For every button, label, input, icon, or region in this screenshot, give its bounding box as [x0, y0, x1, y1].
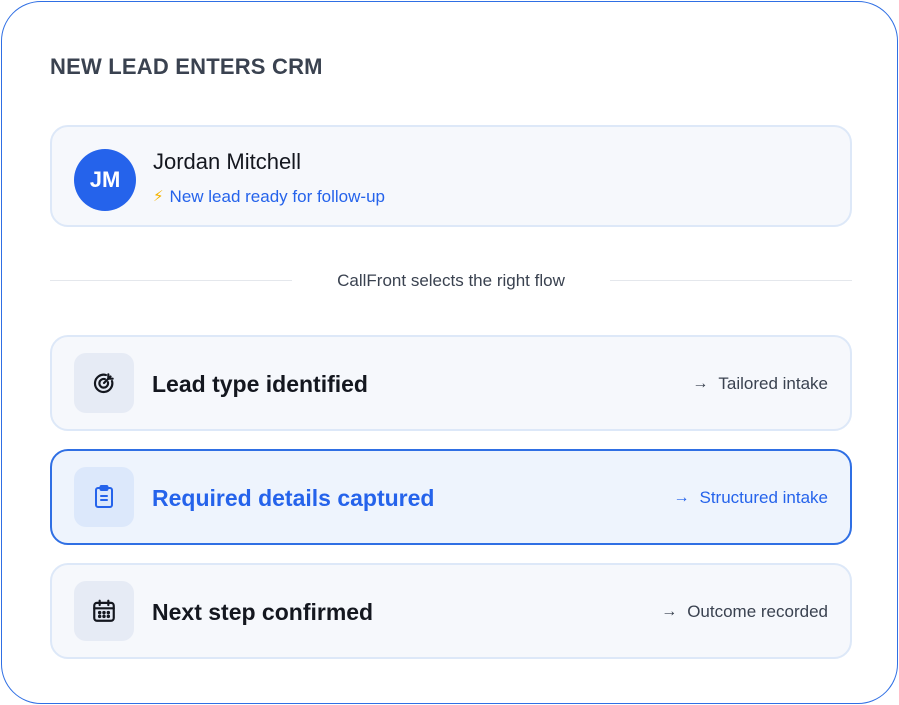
- panel-heading: NEW LEAD ENTERS CRM: [50, 54, 323, 79]
- arrow-right-icon: →: [692, 375, 709, 392]
- lead-name: Jordan Mitchell: [153, 149, 301, 174]
- arrow-right-icon: →: [673, 489, 690, 506]
- flow-divider: CallFront selects the right flow: [50, 269, 852, 293]
- calendar-icon: [74, 581, 134, 641]
- avatar: JM: [74, 149, 136, 211]
- step-outcome: → Outcome recorded: [661, 601, 828, 623]
- step-next-step[interactable]: Next step confirmed → Outcome recorded: [50, 563, 852, 659]
- step-outcome-text: Outcome recorded: [687, 602, 828, 621]
- divider-text: CallFront selects the right flow: [337, 271, 565, 290]
- step-outcome-text: Structured intake: [699, 488, 828, 507]
- lead-card[interactable]: JM Jordan Mitchell ⚡ New lead ready for …: [50, 125, 852, 227]
- arrow-right-icon: →: [661, 603, 678, 620]
- clipboard-icon: [74, 467, 134, 527]
- step-required-details[interactable]: Required details captured → Structured i…: [50, 449, 852, 545]
- step-lead-type[interactable]: Lead type identified → Tailored intake: [50, 335, 852, 431]
- target-icon: [74, 353, 134, 413]
- step-title: Next step confirmed: [152, 599, 374, 625]
- step-outcome-text: Tailored intake: [718, 374, 828, 393]
- step-outcome: → Tailored intake: [692, 373, 828, 395]
- lead-status: ⚡ New lead ready for follow-up: [153, 186, 385, 208]
- step-title: Required details captured: [152, 485, 435, 511]
- step-outcome: → Structured intake: [673, 487, 828, 509]
- workflow-panel: NEW LEAD ENTERS CRM JM Jordan Mitchell ⚡…: [1, 1, 898, 704]
- step-title: Lead type identified: [152, 371, 368, 397]
- divider-line-right: [610, 280, 852, 281]
- lightning-icon: ⚡: [153, 188, 164, 205]
- lead-status-text: New lead ready for follow-up: [169, 187, 385, 206]
